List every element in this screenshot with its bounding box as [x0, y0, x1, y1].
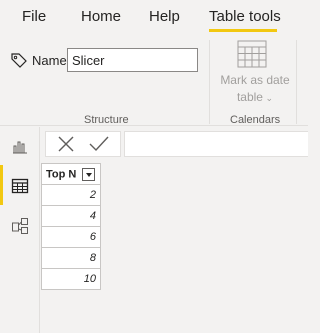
close-icon[interactable]: [56, 134, 76, 154]
mark-as-date-table-button[interactable]: Mark as date table ⌄: [216, 72, 294, 107]
table-row: 10: [41, 268, 101, 290]
table-cell[interactable]: 8: [41, 247, 101, 269]
table-cell[interactable]: 2: [41, 184, 101, 206]
table-grid-icon[interactable]: [11, 177, 29, 195]
filter-dropdown-icon[interactable]: [82, 167, 96, 181]
table-cell[interactable]: 10: [41, 268, 101, 290]
calendar-table-icon: [237, 40, 267, 68]
menu-bar: File Home Help Table tools: [0, 0, 308, 34]
menu-table-tools[interactable]: Table tools: [209, 8, 281, 25]
table-row: 4: [41, 205, 101, 227]
active-tab-underline: [209, 29, 277, 32]
table-cell[interactable]: 6: [41, 226, 101, 248]
data-table: Top N 2 4 6 8 10: [41, 163, 101, 290]
active-view-indicator: [0, 165, 3, 205]
table-row: 6: [41, 226, 101, 248]
tag-icon: [11, 53, 27, 68]
check-icon[interactable]: [88, 134, 110, 154]
chevron-down-icon: ⌄: [262, 93, 274, 103]
mark-as-date-label-line2: table: [236, 90, 263, 104]
group-divider: [296, 40, 297, 124]
menu-help[interactable]: Help: [149, 8, 180, 25]
group-divider: [209, 40, 210, 124]
bar-chart-icon[interactable]: [11, 137, 29, 155]
model-diagram-icon[interactable]: [11, 217, 29, 235]
formula-bar-input[interactable]: [124, 131, 308, 157]
calendars-group-label: Calendars: [230, 114, 281, 126]
column-header[interactable]: Top N: [41, 163, 101, 185]
name-label: Name: [32, 53, 67, 68]
table-cell[interactable]: 4: [41, 205, 101, 227]
name-input[interactable]: [67, 48, 198, 72]
mark-as-date-label: Mark as date: [220, 73, 290, 87]
structure-group-label: Structure: [84, 114, 129, 126]
column-header-label: Top N: [46, 167, 77, 180]
menu-file[interactable]: File: [22, 8, 46, 25]
table-row: 8: [41, 247, 101, 269]
table-row: 2: [41, 184, 101, 206]
menu-home[interactable]: Home: [81, 8, 121, 25]
